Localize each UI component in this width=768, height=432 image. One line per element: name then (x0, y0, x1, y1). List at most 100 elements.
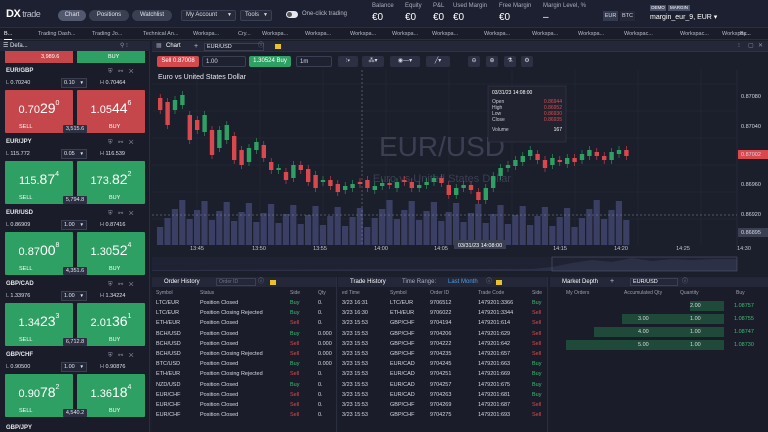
flask-icon[interactable]: ⚗ (504, 56, 516, 67)
table-row[interactable]: 3/23 15:53 EUR/CAD 9704257 1479201:675 Buy (338, 382, 548, 392)
table-row[interactable]: 3/23 15:53 GBP/CHF 9704269 1479201:687 Sell (338, 402, 548, 412)
tab-chart[interactable]: Chart (58, 10, 86, 21)
workspace-tab[interactable]: Trading Jo... (92, 28, 122, 40)
table-row[interactable]: 3/23 15:53 EUR/CAD 9704251 1479201:669 Buy (338, 371, 548, 381)
workspace-tab[interactable]: By... (740, 28, 751, 40)
workspace-tab[interactable]: Workspac... (624, 28, 653, 40)
info-icon[interactable]: ⓘ (682, 277, 688, 287)
workspace-tab[interactable]: Workspa... (432, 28, 458, 40)
table-row[interactable]: 3/23 15:53 GBP/CHF 9704222 1479201:642 Sell (338, 341, 548, 351)
quantity-select[interactable]: 1.00 ▼ (61, 362, 87, 372)
workspace-tab[interactable]: Workspa... (305, 28, 331, 40)
timeframe-select[interactable]: 1m (296, 56, 332, 67)
instrument-actions-icon[interactable]: ⛨ ⚯ ✕ (108, 210, 135, 218)
maximize-icon[interactable]: ▢ (748, 41, 754, 52)
workspace-tab[interactable]: Workspa... (262, 28, 288, 40)
watchlist-name[interactable]: Defa... (10, 43, 28, 49)
workspace-tab[interactable]: B... (4, 28, 13, 40)
table-row[interactable]: 3/23 16:31 LTC/EUR 9706512 1479201:3366 Buy (338, 300, 548, 310)
link-color-icon[interactable] (275, 44, 281, 49)
one-click-toggle[interactable] (286, 11, 298, 18)
chart-type-icon[interactable]: ⫶▾ (338, 56, 358, 67)
table-row[interactable]: 3/23 15:53 GBP/CHF 9704235 1479201:657 Sell (338, 351, 548, 361)
buy-button[interactable]: 173.822 BUY (77, 161, 145, 204)
chart-qty-input[interactable]: 1.00 (202, 56, 246, 67)
table-row[interactable]: EUR/CHF Position Closed Sell 0. (152, 392, 337, 402)
table-row[interactable]: LTC/EUR Position Closing Rejected Buy 0. (152, 310, 337, 320)
watchlist-tools-icon[interactable]: ⚲ ⁝ (120, 41, 128, 51)
buy-button[interactable]: 1.30524 BUY (77, 232, 145, 275)
table-row[interactable]: NZD/USD Position Closed Buy 0. (152, 382, 337, 392)
table-row[interactable]: 3/23 15:53 EUR/CAD 9704245 1479201:663 Buy (338, 361, 548, 371)
chart-sell-button[interactable]: Sell 0.87008 (157, 56, 199, 67)
quantity-select[interactable]: 1.00 ▼ (61, 291, 87, 301)
workspace-tab[interactable]: Workspac... (680, 28, 709, 40)
column-header[interactable]: Status (200, 290, 214, 296)
instrument-actions-icon[interactable]: ⛨ ⚯ ✕ (108, 139, 135, 147)
workspace-tab[interactable]: Workspa... (484, 28, 510, 40)
add-icon[interactable]: + (610, 277, 614, 287)
account-selector[interactable]: margin_eur_9, EUR ▾ (650, 13, 717, 21)
my-account-dropdown[interactable]: My Account ▼ (181, 10, 236, 21)
buy-button[interactable]: 1.05446 BUY (77, 90, 145, 133)
quantity-select[interactable]: 1.00 ▼ (61, 220, 87, 230)
table-row[interactable]: ETH/EUR Position Closed Sell 0. (152, 320, 337, 330)
currency-eur-button[interactable]: EUR (603, 11, 618, 21)
quantity-select[interactable]: 0.10 ▼ (61, 78, 87, 88)
table-row[interactable]: BCH/USD Position Closed Buy 0.000 (152, 331, 337, 341)
workspace-tab[interactable]: Workspa... (532, 28, 558, 40)
table-row[interactable]: EUR/CHF Position Closed Sell 0. (152, 402, 337, 412)
column-header[interactable]: Symbol (156, 290, 173, 296)
instrument-actions-icon[interactable]: ⛨ ⚯ ✕ (108, 281, 135, 289)
column-header[interactable]: Order ID (430, 290, 449, 296)
column-header[interactable]: Side (290, 290, 300, 296)
table-row[interactable]: 3/23 15:53 GBP/CHF 9704275 1479201:693 Sell (338, 412, 548, 422)
tab-watchlist[interactable]: Watchlist (132, 10, 172, 21)
table-row[interactable]: BTC/USD Position Closed Buy 0.000 (152, 361, 337, 371)
column-header[interactable]: Side (532, 290, 542, 296)
info-icon[interactable]: ⓘ (486, 277, 492, 287)
table-row[interactable]: 3/23 15:53 EUR/CAD 9704263 1479201:681 Buy (338, 392, 548, 402)
tools-dropdown[interactable]: Tools ▼ (240, 10, 272, 21)
info-icon[interactable]: ⓘ (258, 41, 264, 52)
workspace-tab[interactable]: Workspa... (392, 28, 418, 40)
table-row[interactable]: 3/23 15:53 GBP/CHF 9704206 1479201:629 Sell (338, 331, 548, 341)
column-header[interactable]: ed Time (342, 290, 360, 296)
close-icon[interactable]: ✕ (758, 41, 763, 52)
zoom-out-icon[interactable]: ⊖ (468, 56, 480, 67)
quantity-select[interactable]: 0.05 ▼ (61, 149, 87, 159)
column-header[interactable]: Trade Code (478, 290, 504, 296)
workspace-tab[interactable]: Trading Dash... (38, 28, 75, 40)
info-icon[interactable]: ⓘ (258, 277, 264, 287)
table-row[interactable]: 3/23 16:30 ETH/EUR 9706022 1479201:3344 Sell (338, 310, 548, 320)
table-row[interactable]: LTC/EUR Position Closed Buy 0. (152, 300, 337, 310)
indicators-icon[interactable]: ⁂▾ (362, 56, 384, 67)
link-color-icon[interactable] (270, 280, 276, 285)
column-header[interactable]: Symbol (390, 290, 407, 296)
add-icon[interactable]: + (194, 41, 198, 52)
tab-positions[interactable]: Positions (89, 10, 129, 21)
workspace-tab[interactable]: Workspa... (193, 28, 219, 40)
depth-row[interactable]: 2.00 1.08757 (550, 301, 768, 311)
depth-row[interactable]: 3.00 1.00 1.08755 (550, 314, 768, 324)
buy-button[interactable]: 1.36184 BUY (77, 374, 145, 417)
panel-menu-icon[interactable]: ⁝ (738, 41, 740, 52)
buy-button[interactable]: 2.01361 BUY (77, 303, 145, 346)
settings-icon[interactable]: ⚙ (521, 56, 533, 67)
symbol-input[interactable]: EUR/USD (204, 43, 264, 51)
candlestick-chart[interactable]: EUR/USD Euro vs United States Dollar Eur… (152, 70, 768, 275)
workspace-tab[interactable]: Technical An... (143, 28, 178, 40)
zoom-in-icon[interactable]: ⊕ (486, 56, 498, 67)
depth-symbol-input[interactable]: EUR/USD (630, 278, 678, 286)
depth-row[interactable]: 5.00 1.00 1.08730 (550, 340, 768, 350)
depth-row[interactable]: 4.00 1.00 1.08747 (550, 327, 768, 337)
column-header[interactable]: Qty (318, 290, 326, 296)
sell-button[interactable] (5, 51, 73, 63)
instrument-actions-icon[interactable]: ⛨ ⚯ ✕ (108, 68, 135, 76)
table-row[interactable]: BCH/USD Position Closing Rejected Sell 0.00… (152, 351, 337, 361)
currency-btc-button[interactable]: BTC (620, 11, 635, 21)
table-row[interactable]: BCH/USD Position Closed Sell 0.000 (152, 341, 337, 351)
time-range-select[interactable]: Last Month (448, 277, 478, 287)
workspace-tab[interactable]: Workspa... (350, 28, 376, 40)
chart-buy-button[interactable]: 1.30524 Buy (249, 56, 291, 67)
